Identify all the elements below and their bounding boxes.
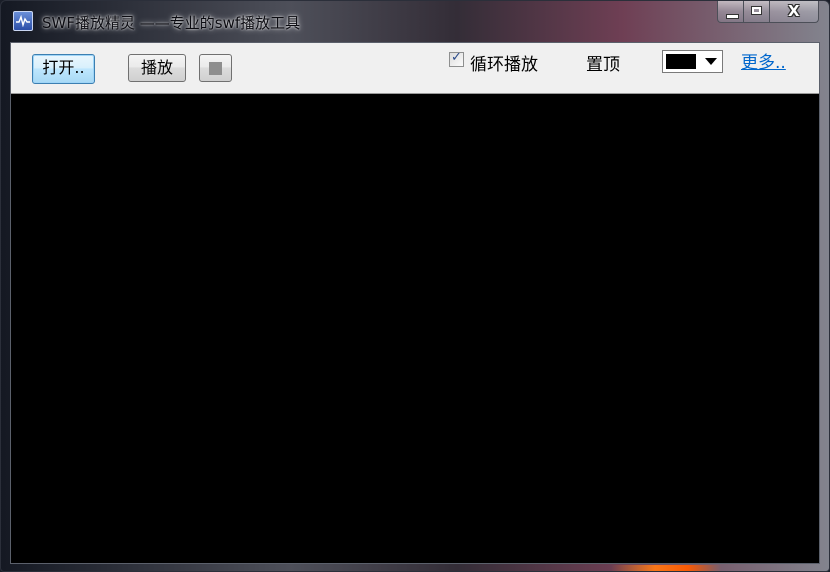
open-button[interactable]: 打开.. [32, 54, 95, 84]
close-button[interactable]: X [770, 1, 819, 23]
close-icon: X [788, 2, 800, 20]
color-swatch [666, 54, 696, 69]
swf-app-icon[interactable] [13, 11, 33, 31]
client-area: 打开.. 播放 ✓ 循环播放 置顶 更多.. [10, 42, 820, 564]
minimize-icon [726, 14, 739, 19]
waveform-icon [16, 15, 30, 27]
check-mark-icon: ✓ [451, 50, 462, 65]
minimize-button[interactable] [717, 1, 744, 23]
loop-checkbox[interactable]: ✓ [449, 50, 464, 67]
dropdown-arrow-icon[interactable] [702, 53, 720, 70]
loop-checkbox-label[interactable]: 循环播放 [470, 50, 538, 75]
topmost-label[interactable]: 置顶 [586, 50, 620, 75]
title-bar[interactable]: SWF播放精灵 ——专业的swf播放工具 X [1, 1, 829, 41]
more-link[interactable]: 更多.. [741, 48, 786, 73]
taskbar-glow [611, 565, 721, 571]
play-button[interactable]: 播放 [128, 54, 186, 82]
caption-buttons: X [717, 1, 819, 23]
stop-square-icon [209, 62, 222, 75]
maximize-icon [751, 6, 762, 15]
app-window: SWF播放精灵 ——专业的swf播放工具 X 打开.. 播放 ✓ 循环播放 置顶… [0, 0, 830, 572]
maximize-button[interactable] [744, 1, 770, 23]
background-color-dropdown[interactable] [662, 50, 723, 73]
window-title: SWF播放精灵 ——专业的swf播放工具 [42, 14, 301, 32]
stop-button[interactable] [199, 54, 232, 82]
toolbar: 打开.. 播放 ✓ 循环播放 置顶 更多.. [11, 43, 819, 94]
swf-player-area[interactable] [11, 94, 819, 563]
